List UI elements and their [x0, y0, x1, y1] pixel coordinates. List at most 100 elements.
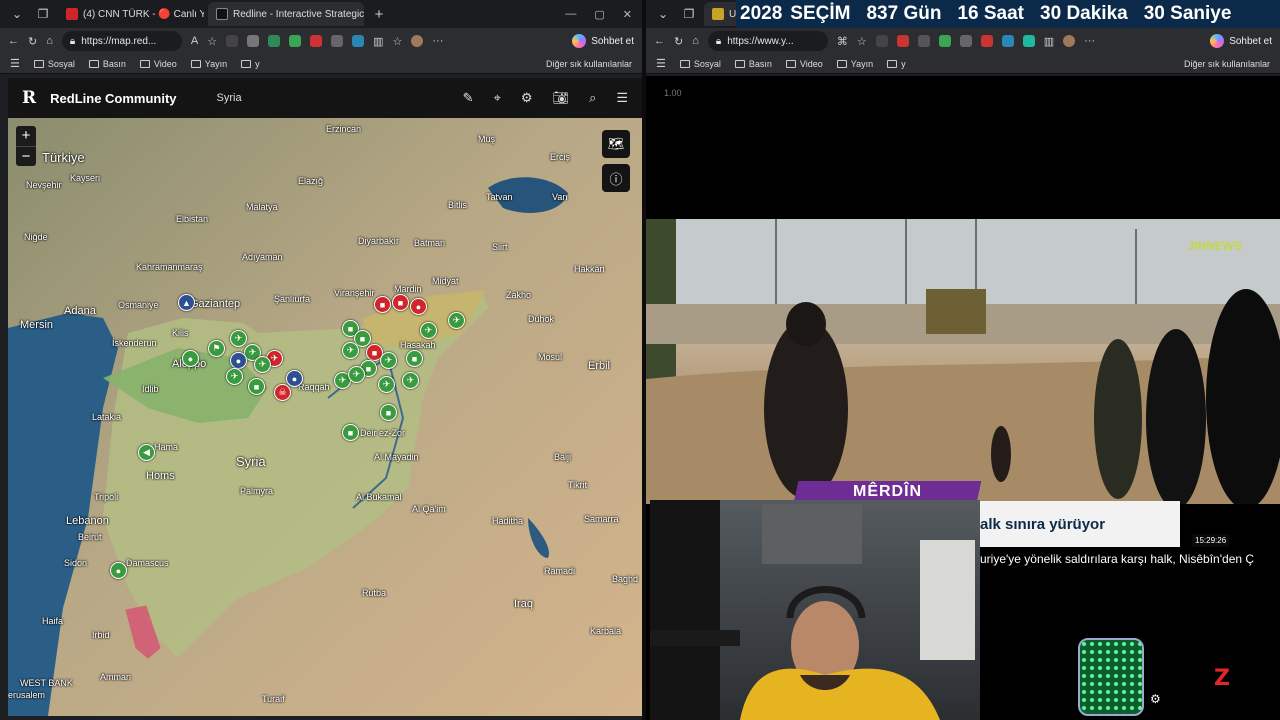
url-field[interactable]: 🔒︎ https://www.y... — [707, 31, 828, 51]
home-icon[interactable]: ⌂ — [46, 35, 53, 47]
draw-icon[interactable]: ✎ — [463, 90, 474, 106]
interactive-map[interactable]: + − 🗺︎ ⓘ Türkiye Kayseri Nevşehir Niğde … — [8, 118, 642, 716]
camera-icon[interactable]: 📷︎ — [553, 90, 570, 106]
military-marker-red[interactable]: ● — [410, 298, 427, 315]
military-marker[interactable]: ■ — [342, 424, 359, 441]
military-marker[interactable]: ✈ — [448, 312, 465, 329]
workspaces-icon[interactable]: ❐ — [32, 3, 54, 25]
zoom-in-button[interactable]: + — [16, 126, 36, 146]
info-button[interactable]: ⓘ — [602, 164, 630, 192]
extension-icon[interactable] — [289, 35, 302, 47]
hamburger-menu-icon[interactable]: ☰ — [616, 90, 628, 106]
home-icon[interactable]: ⌂ — [692, 35, 699, 47]
avatar[interactable] — [1063, 35, 1076, 47]
collections-icon[interactable]: ☰ — [656, 57, 666, 70]
extension-icon[interactable] — [1022, 35, 1035, 47]
settings-gear-icon[interactable]: ⚙ — [1150, 692, 1161, 706]
favorites-icon[interactable]: ☆ — [393, 35, 403, 48]
bookmark-y[interactable]: y — [241, 59, 260, 69]
refresh-icon[interactable]: ↻ — [28, 35, 37, 48]
military-marker[interactable]: ✈ — [226, 368, 243, 385]
read-aloud-icon[interactable]: A — [191, 35, 198, 47]
close-window-button[interactable]: ✕ — [623, 8, 632, 21]
military-marker-blue[interactable]: ● — [286, 370, 303, 387]
minimize-button[interactable]: — — [565, 8, 576, 21]
collections-icon[interactable]: ☰ — [10, 57, 20, 70]
bookmark-yayin[interactable]: Yayın — [836, 59, 873, 69]
bookmark-basin[interactable]: Basın — [88, 59, 126, 69]
military-marker[interactable]: ✈ — [402, 372, 419, 389]
copilot-button[interactable]: Sohbet et — [1210, 34, 1272, 48]
airport-marker[interactable]: ▲ — [178, 294, 195, 311]
more-menu-icon[interactable]: ··· — [1084, 35, 1095, 47]
workspaces-icon[interactable]: ❐ — [678, 3, 700, 25]
military-marker[interactable]: ● — [110, 562, 127, 579]
tab-cnn-turk[interactable]: (4) CNN TÜRK - 🔴 Canlı Yayın ✕ — [58, 2, 204, 26]
tab-redline[interactable]: Redline - Interactive Strategic Map ✕ — [208, 2, 364, 26]
bookmark-video[interactable]: Video — [139, 59, 177, 69]
redline-logo[interactable]: R — [22, 88, 36, 108]
military-marker[interactable]: ■ — [248, 378, 265, 395]
military-marker[interactable]: ✈ — [342, 342, 359, 359]
tab-list-icon[interactable]: ⌄ — [652, 3, 674, 25]
military-marker[interactable]: ✈ — [420, 322, 437, 339]
location-pin-icon[interactable]: ⌖ — [494, 90, 501, 106]
bookmark-video[interactable]: Video — [785, 59, 823, 69]
zoom-out-button[interactable]: − — [16, 146, 36, 166]
split-screen-icon[interactable]: ▥ — [373, 35, 383, 48]
copilot-button[interactable]: Sohbet et — [572, 34, 634, 48]
follower-jar-widget — [1078, 638, 1144, 716]
other-favorites[interactable]: Diğer sık kullanılanlar — [542, 59, 632, 69]
military-marker-red[interactable]: ■ — [374, 296, 391, 313]
extension-icon[interactable] — [959, 35, 972, 47]
military-marker[interactable]: ✈ — [380, 352, 397, 369]
military-marker-red[interactable]: ☠ — [274, 384, 291, 401]
read-aloud-icon[interactable]: ⌘ — [837, 35, 848, 48]
more-menu-icon[interactable]: ··· — [432, 35, 443, 47]
maximize-button[interactable]: ▢ — [594, 8, 604, 21]
military-marker[interactable]: ◀ — [138, 444, 155, 461]
extension-icon[interactable] — [917, 35, 930, 47]
url-field[interactable]: 🔒︎ https://map.red... — [61, 31, 182, 51]
extension-icon[interactable] — [247, 35, 260, 47]
extension-icon[interactable] — [1001, 35, 1014, 47]
favorite-star-icon[interactable]: ☆ — [857, 35, 867, 48]
extension-icon[interactable] — [226, 35, 239, 47]
military-marker[interactable]: ■ — [380, 404, 397, 421]
extension-icon[interactable] — [331, 35, 344, 47]
bookmark-yayin[interactable]: Yayın — [190, 59, 227, 69]
military-marker-blue[interactable]: ● — [230, 352, 247, 369]
extension-icon[interactable] — [352, 35, 365, 47]
settings-gear-icon[interactable]: ⚙ — [521, 90, 533, 106]
refresh-icon[interactable]: ↻ — [674, 35, 683, 48]
tab-list-icon[interactable]: ⌄ — [6, 3, 28, 25]
back-icon[interactable]: ← — [654, 35, 665, 47]
video-stream[interactable]: 1.00 JINNEWS MÊRDÎN alk sınıra yürüyor 1… — [646, 76, 1280, 720]
extension-icon[interactable] — [938, 35, 951, 47]
new-tab-button[interactable]: + — [368, 3, 390, 25]
military-marker-red[interactable]: ■ — [392, 294, 409, 311]
extension-icon[interactable] — [896, 35, 909, 47]
bookmark-basin[interactable]: Basın — [734, 59, 772, 69]
military-marker[interactable]: ■ — [406, 350, 423, 367]
military-marker[interactable]: ● — [182, 350, 199, 367]
bookmark-y[interactable]: y — [887, 59, 906, 69]
other-favorites[interactable]: Diğer sık kullanılanlar — [1180, 59, 1270, 69]
avatar[interactable] — [411, 35, 424, 47]
split-screen-icon[interactable]: ▥ — [1044, 35, 1054, 48]
military-marker[interactable]: ✈ — [230, 330, 247, 347]
bookmark-sosyal[interactable]: Sosyal — [33, 59, 75, 69]
favorite-star-icon[interactable]: ☆ — [207, 35, 217, 48]
military-marker[interactable]: ✈ — [378, 376, 395, 393]
map-layers-button[interactable]: 🗺︎ — [602, 130, 630, 158]
extension-icon[interactable] — [980, 35, 993, 47]
extension-icon[interactable] — [268, 35, 281, 47]
search-icon[interactable]: ⌕ — [589, 90, 596, 106]
military-marker[interactable]: ✈ — [348, 366, 365, 383]
military-marker[interactable]: ✈ — [254, 356, 271, 373]
extension-icon[interactable] — [875, 35, 888, 47]
bookmark-sosyal[interactable]: Sosyal — [679, 59, 721, 69]
back-icon[interactable]: ← — [8, 35, 19, 47]
extension-icon[interactable] — [310, 35, 323, 47]
military-marker[interactable]: ⚑ — [208, 340, 225, 357]
